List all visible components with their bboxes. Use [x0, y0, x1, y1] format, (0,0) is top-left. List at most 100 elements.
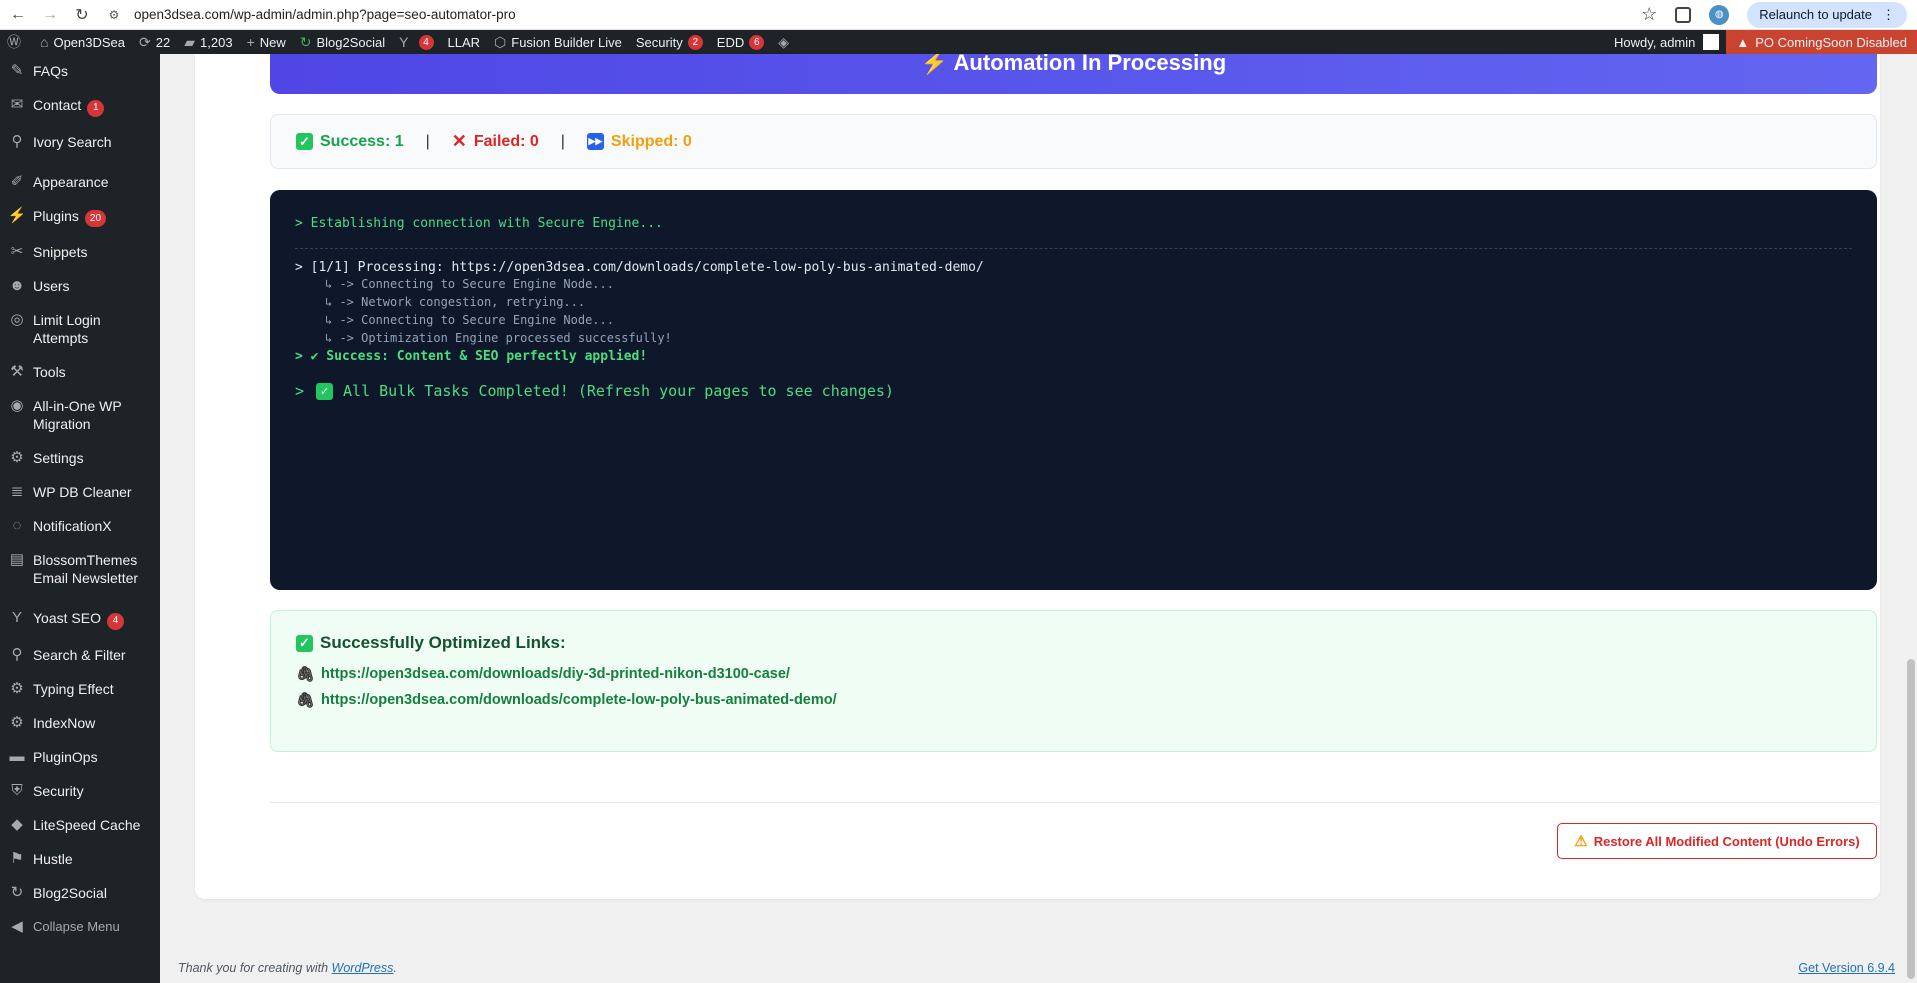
edd-badge: 6 [749, 34, 765, 50]
sidebar-item-pluginops[interactable]: ▬ PluginOps [0, 740, 160, 774]
wordpress-link[interactable]: WordPress [332, 961, 394, 975]
sidebar-item-faqs[interactable]: ✎ FAQs [0, 54, 160, 88]
stat-failed-label: Failed: 0 [473, 132, 539, 150]
sidebar-item-label: Search & Filter [33, 646, 126, 663]
mail-icon: ✉ [10, 96, 24, 113]
sidebar-item-ivory-search[interactable]: ⚲ Ivory Search [0, 125, 160, 159]
gear-icon: ⚙ [10, 679, 24, 697]
yoast-badge: 4 [418, 34, 434, 50]
database-icon: ≣ [10, 483, 24, 500]
adminbar-fusion[interactable]: ⬡ Fusion Builder Live [487, 30, 629, 54]
newsletter-icon: ▤ [9, 551, 25, 568]
collapse-menu-button[interactable]: ◀ Collapse Menu [0, 910, 160, 944]
notification-icon: ◌ [12, 517, 22, 534]
site-name-label: Open3DSea [53, 34, 126, 50]
restore-content-button[interactable]: ⚠ Restore All Modified Content (Undo Err… [1557, 823, 1877, 859]
adminbar-site-name[interactable]: ⌂ Open3DSea [33, 30, 132, 54]
sidebar-item-yoast-seo[interactable]: Y Yoast SEO 4 [0, 601, 160, 638]
sidebar-item-blossomthemes-email-newsletter[interactable]: ▤ BlossomThemes Email Newsletter [0, 543, 160, 595]
avatar [1703, 34, 1720, 50]
sidebar-item-label: Appearance [33, 173, 109, 190]
gear-icon: ⚙ [10, 713, 24, 731]
llar-label: LLAR [447, 34, 481, 50]
sidebar-item-appearance[interactable]: ✐ Appearance [0, 165, 160, 199]
thanks-suffix: . [393, 961, 397, 975]
log-sub-line: ↳ -> Connecting to Secure Engine Node... [325, 277, 614, 291]
site-info-icon[interactable]: ⚙ [106, 7, 122, 23]
wrench-icon: ⚒ [10, 363, 24, 380]
adminbar-howdy[interactable]: Howdy, admin [1607, 30, 1726, 54]
adminbar-yoast[interactable]: Y4 [392, 30, 440, 54]
sidebar-item-snippets[interactable]: ✂ Snippets [0, 235, 160, 269]
relaunch-button[interactable]: Relaunch to update ⋮ [1747, 1, 1907, 28]
sidebar-badge: 1 [87, 99, 105, 117]
adminbar-comments[interactable]: ▰ 1,203 [177, 30, 239, 54]
wordpress-logo-icon[interactable]: Ⓦ [0, 30, 33, 54]
more-menu-icon[interactable]: ⋮ [1882, 7, 1895, 23]
diamond-icon[interactable]: ◈ [771, 30, 801, 54]
edd-label: EDD [716, 34, 745, 50]
yoast-icon: Y [399, 34, 409, 50]
sidebar-item-indexnow[interactable]: ⚙ IndexNow [0, 706, 160, 740]
sidebar-item-typing-effect[interactable]: ⚙ Typing Effect [0, 672, 160, 706]
optimized-link[interactable]: https://open3dsea.com/downloads/diy-3d-p… [321, 666, 790, 682]
sidebar-item-hustle[interactable]: ⚑ Hustle [0, 842, 160, 876]
migration-icon: ◉ [10, 397, 24, 414]
search-icon: ⚲ [11, 132, 23, 150]
bookmark-star-icon[interactable]: ☆ [1641, 4, 1657, 25]
sidebar-item-settings[interactable]: ⚙ Settings [0, 441, 160, 475]
fusion-icon: ⬡ [494, 33, 507, 50]
collapse-label: Collapse Menu [33, 918, 120, 934]
sidebar-item-litespeed-cache[interactable]: ◆ LiteSpeed Cache [0, 808, 160, 842]
sidebar-item-plugins[interactable]: ⚡ Plugins 20 [0, 199, 160, 236]
sidebar-item-label: Users [33, 278, 70, 294]
adminbar-blog2social[interactable]: ↻ Blog2Social [293, 30, 392, 54]
shield-icon: ⛨ [11, 781, 23, 799]
limit-login-icon: ◎ [10, 311, 24, 328]
page-scrollbar[interactable] [1905, 54, 1917, 983]
users-icon: ☻ [9, 277, 25, 294]
address-bar[interactable]: ⚙ open3dsea.com/wp-admin/admin.php?page=… [106, 7, 1641, 23]
reload-icon[interactable]: ↻ [68, 1, 96, 29]
stat-skipped-label: Skipped: 0 [610, 132, 692, 150]
adminbar-updates[interactable]: ⟳ 22 [132, 30, 177, 54]
sidebar-item-label: Tools [33, 364, 66, 380]
optimized-link[interactable]: https://open3dsea.com/downloads/complete… [321, 692, 837, 708]
profile-avatar[interactable]: ◍ [1709, 4, 1730, 25]
sidebar-item-contact[interactable]: ✉ Contact 1 [0, 88, 160, 125]
sidebar-item-notificationx[interactable]: ◌ NotificationX [0, 509, 160, 543]
extensions-icon[interactable] [1675, 6, 1692, 23]
updates-count: 22 [155, 34, 171, 50]
log-done-text: All Bulk Tasks Completed! (Refresh your … [343, 382, 894, 400]
howdy-label: Howdy, admin [1613, 34, 1696, 50]
sidebar-item-limit-login-attempts[interactable]: ◎ Limit Login Attempts [0, 303, 160, 355]
sidebar-item-security[interactable]: ⛨ Security [0, 774, 160, 808]
adminbar-new[interactable]: + New [240, 30, 293, 54]
relaunch-label: Relaunch to update [1759, 7, 1872, 22]
adminbar-security[interactable]: Security 2 [629, 30, 710, 54]
sidebar-item-users[interactable]: ☻ Users [0, 269, 160, 303]
faq-icon: ✎ [10, 62, 24, 79]
log-divider [295, 248, 1852, 249]
sidebar-item-all-in-one-wp-migration[interactable]: ◉ All-in-One WP Migration [0, 389, 160, 441]
optimized-title-text: Successfully Optimized Links: [320, 633, 566, 652]
thanks-prefix: Thank you for creating with [178, 961, 332, 975]
sidebar-item-label: BlossomThemes Email Newsletter [33, 552, 139, 586]
admin-footer: Thank you for creating with WordPress. G… [178, 961, 1895, 975]
adminbar-llar[interactable]: LLAR [441, 30, 488, 54]
stat-failed: ✕ Failed: 0 [452, 131, 539, 152]
sidebar-item-tools[interactable]: ⚒ Tools [0, 355, 160, 389]
get-version-link[interactable]: Get Version 6.9.4 [1798, 961, 1895, 975]
comments-count: 1,203 [200, 34, 233, 50]
sidebar-item-search-filter[interactable]: ⚲ Search & Filter [0, 638, 160, 672]
adminbar-coming-soon[interactable]: ▲ PO ComingSoon Disabled [1726, 30, 1917, 54]
scrollbar-thumb[interactable] [1907, 659, 1915, 979]
coming-soon-label: PO ComingSoon Disabled [1755, 34, 1907, 50]
fast-forward-icon: ▶▶ [586, 133, 604, 150]
back-icon[interactable]: ← [4, 1, 32, 29]
sidebar-item-blog2social[interactable]: ↻ Blog2Social [0, 876, 160, 910]
sidebar-item-wp-db-cleaner[interactable]: ≣ WP DB Cleaner [0, 475, 160, 509]
sidebar-item-label: Settings [33, 450, 84, 466]
forward-icon[interactable]: → [36, 1, 64, 29]
adminbar-edd[interactable]: EDD 6 [710, 30, 771, 54]
